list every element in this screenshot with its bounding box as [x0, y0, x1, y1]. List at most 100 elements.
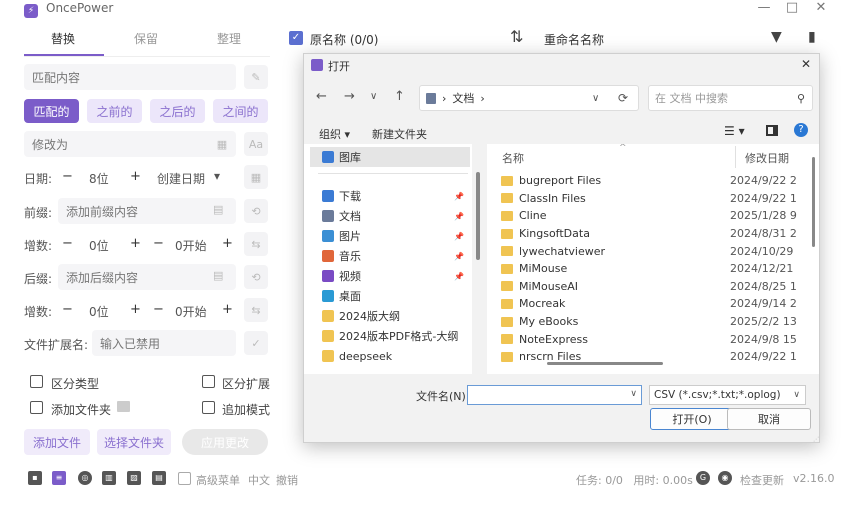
sidebar-scrollbar[interactable]: [476, 172, 480, 260]
file-row[interactable]: MiMouseAI 2024/8/25 1: [501, 278, 819, 296]
incr2-minus-button[interactable]: −: [62, 302, 73, 317]
gitee-icon[interactable]: G: [696, 471, 710, 485]
resize-grip-icon[interactable]: ⋰: [813, 436, 819, 443]
help-icon[interactable]: ?: [794, 123, 808, 137]
forward-icon[interactable]: →: [344, 89, 355, 104]
file-row[interactable]: MiMouse 2024/12/21: [501, 260, 819, 278]
open-button[interactable]: 打开(O): [650, 408, 734, 430]
suffix-reset-icon[interactable]: ⟲: [244, 265, 268, 289]
mode-before-button[interactable]: 之前的: [87, 99, 142, 123]
mode-matched-button[interactable]: 匹配的: [24, 99, 79, 123]
preview-pane-icon[interactable]: [766, 125, 778, 136]
case-ext-checkbox[interactable]: [202, 375, 215, 388]
file-list-scrollbar[interactable]: [812, 157, 815, 247]
incr1-start-plus-button[interactable]: +: [222, 236, 233, 251]
incr1-start-minus-button[interactable]: −: [153, 236, 164, 251]
close-icon[interactable]: ✕: [812, 0, 830, 15]
refresh-icon[interactable]: ⟳: [618, 91, 628, 105]
case-type-checkbox[interactable]: [30, 375, 43, 388]
mode-after-button[interactable]: 之后的: [150, 99, 205, 123]
view-options-icon[interactable]: ☰ ▾: [724, 124, 745, 138]
organize-menu[interactable]: 组织 ▾: [319, 126, 350, 142]
dialog-close-icon[interactable]: ✕: [801, 57, 811, 71]
suffix-file-icon[interactable]: ▤: [213, 269, 223, 282]
search-input[interactable]: 在 文档 中搜索 ⚲: [648, 85, 813, 111]
add-file-button[interactable]: 添加文件: [24, 429, 90, 455]
sort-icon[interactable]: ⇅: [510, 27, 523, 46]
file-row[interactable]: My eBooks 2025/2/2 13: [501, 313, 819, 331]
file-row[interactable]: Cline 2025/1/28 9: [501, 207, 819, 225]
chevron-down-icon[interactable]: ▾: [214, 169, 220, 183]
tab-keep[interactable]: 保留: [134, 30, 158, 47]
sidebar-item[interactable]: 2024版大纲: [310, 306, 470, 326]
tab-replace[interactable]: 替换: [51, 30, 75, 47]
file-row[interactable]: NoteExpress 2024/9/8 15: [501, 330, 819, 348]
case-toggle-button[interactable]: Aa: [244, 132, 268, 156]
prefix-reset-icon[interactable]: ⟲: [244, 199, 268, 223]
prefix-file-icon[interactable]: ▤: [213, 203, 223, 216]
incr1-minus-button[interactable]: −: [62, 236, 73, 251]
eraser-icon[interactable]: ✎: [244, 65, 268, 89]
file-row[interactable]: Mocreak 2024/9/14 2: [501, 295, 819, 313]
file-row[interactable]: lywechatviewer 2024/10/29: [501, 242, 819, 260]
incr2-start-minus-button[interactable]: −: [153, 302, 164, 317]
match-input[interactable]: 匹配内容: [24, 64, 236, 90]
maximize-icon[interactable]: □: [783, 0, 801, 15]
search-icon[interactable]: ⚲: [797, 92, 805, 105]
address-dropdown-icon[interactable]: ∨: [592, 93, 599, 104]
minimize-icon[interactable]: —: [755, 0, 773, 15]
sidebar-item[interactable]: 2024版本PDF格式-大纲: [310, 326, 470, 346]
sidebar-item[interactable]: deepseek: [310, 346, 470, 366]
incr2-plus-button[interactable]: +: [130, 302, 141, 317]
sidebar-item[interactable]: 图片 📌: [310, 226, 470, 246]
power-icon[interactable]: ◎: [78, 471, 92, 485]
extension-input[interactable]: 输入已禁用: [92, 330, 236, 356]
check-update-button[interactable]: 检查更新: [740, 472, 784, 488]
file-row[interactable]: bugreport Files 2024/9/22 2: [501, 172, 819, 190]
up-icon[interactable]: ↑: [394, 89, 405, 104]
apply-changes-button[interactable]: 应用更改: [182, 429, 268, 455]
back-icon[interactable]: ←: [316, 89, 327, 104]
incr2-settings-icon[interactable]: ⇆: [244, 298, 268, 322]
date-plus-button[interactable]: +: [130, 169, 141, 184]
sidebar-item[interactable]: 文档 📌: [310, 206, 470, 226]
append-mode-checkbox[interactable]: [202, 401, 215, 414]
original-name-checkbox[interactable]: ✓: [289, 31, 303, 45]
image-icon[interactable]: ▨: [127, 471, 141, 485]
sidebar-item[interactable]: 桌面: [310, 286, 470, 306]
trash-icon[interactable]: ▮: [808, 29, 816, 45]
select-folder-button[interactable]: 选择文件夹: [97, 429, 171, 455]
suffix-input[interactable]: 添加后缀内容: [58, 264, 236, 290]
filename-input[interactable]: ∨: [467, 385, 642, 405]
column-modified-header[interactable]: 修改日期: [745, 150, 789, 166]
incr1-settings-icon[interactable]: ⇆: [244, 232, 268, 256]
stats-icon[interactable]: ▥: [102, 471, 116, 485]
date-minus-button[interactable]: −: [62, 169, 73, 184]
incr1-plus-button[interactable]: +: [130, 236, 141, 251]
sidebar-item[interactable]: 音乐 📌: [310, 246, 470, 266]
filetype-select[interactable]: CSV (*.csv;*.txt;*.oplog) ∨: [649, 385, 806, 405]
recent-chevron-icon[interactable]: ∨: [370, 91, 377, 102]
filetype-dropdown-icon[interactable]: ∨: [793, 390, 800, 400]
file-row[interactable]: ClassIn Files 2024/9/22 1: [501, 190, 819, 208]
mode-between-button[interactable]: 之间的: [213, 99, 268, 123]
filter-icon[interactable]: ▼: [771, 29, 782, 45]
language-button[interactable]: 中文: [248, 472, 270, 488]
path-segment[interactable]: 文档: [452, 90, 474, 106]
calendar-icon[interactable]: ▦: [210, 132, 234, 156]
filename-dropdown-icon[interactable]: ∨: [630, 389, 637, 399]
sidebar-item[interactable]: 下载 📌: [310, 186, 470, 206]
column-name-header[interactable]: 名称: [502, 150, 524, 166]
document-icon[interactable]: ≡: [52, 471, 66, 485]
horizontal-scrollbar[interactable]: [547, 362, 663, 365]
sidebar-item[interactable]: 图库: [310, 147, 470, 167]
save-icon[interactable]: ▪: [28, 471, 42, 485]
sidebar-item[interactable]: 视频 📌: [310, 266, 470, 286]
add-folder-checkbox[interactable]: [30, 401, 43, 414]
undo-button[interactable]: 撤销: [276, 472, 298, 488]
file-row[interactable]: KingsoftData 2024/8/31 2: [501, 225, 819, 243]
csv-icon[interactable]: ▤: [152, 471, 166, 485]
cancel-button[interactable]: 取消: [727, 408, 811, 430]
date-type-select[interactable]: 创建日期: [157, 170, 205, 187]
date-calendar-icon[interactable]: ▦: [244, 165, 268, 189]
